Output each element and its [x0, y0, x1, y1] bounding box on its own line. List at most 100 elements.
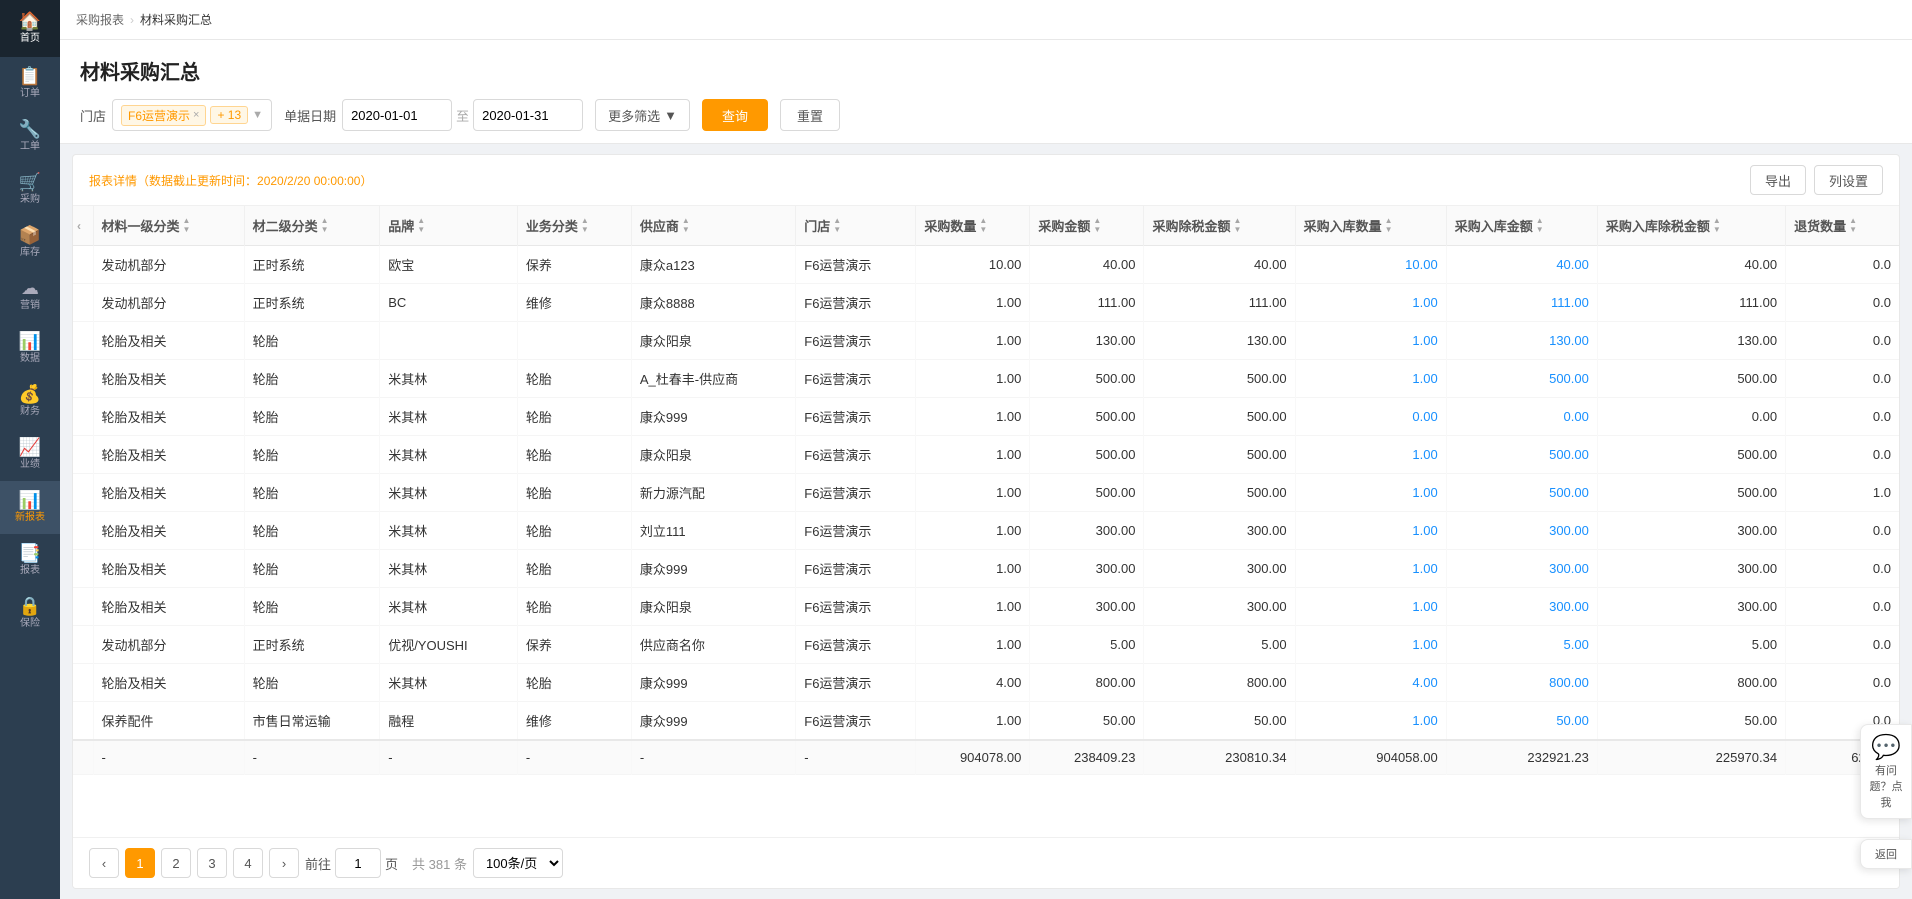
- page-next-button[interactable]: ›: [269, 848, 299, 878]
- help-widget[interactable]: 💬 有问题？点我: [1860, 724, 1912, 819]
- sidebar-item-purchase[interactable]: 🛒 采购: [0, 163, 60, 216]
- th-cat1[interactable]: 材料一级分类 ▲▼: [93, 206, 244, 246]
- table-cell: 500.00: [1144, 398, 1295, 436]
- table-cell: 800.00: [1144, 664, 1295, 702]
- table-cell[interactable]: 1.00: [1295, 588, 1446, 626]
- table-actions: 导出 列设置: [1750, 165, 1883, 195]
- table-cell: 轮胎: [244, 436, 380, 474]
- table-cell: 康众阳泉: [631, 588, 795, 626]
- table-cell[interactable]: 1.00: [1295, 284, 1446, 322]
- table-cell[interactable]: 5.00: [1446, 626, 1597, 664]
- data-icon: 📊: [19, 332, 41, 350]
- date-from-input[interactable]: [342, 99, 452, 131]
- sidebar-item-performance[interactable]: 📈 业绩: [0, 428, 60, 481]
- th-qty[interactable]: 采购数量 ▲▼: [916, 206, 1030, 246]
- th-tax-amount[interactable]: 采购除税金额 ▲▼: [1144, 206, 1295, 246]
- sidebar-item-home[interactable]: 🏠 首页: [0, 0, 60, 57]
- th-cat2[interactable]: 材二级分类 ▲▼: [244, 206, 380, 246]
- table-cell: 1.00: [916, 588, 1030, 626]
- sidebar-item-work[interactable]: 🔧 工单: [0, 110, 60, 163]
- table-cell: 康众a123: [631, 246, 795, 284]
- table-cell[interactable]: 1.00: [1295, 474, 1446, 512]
- table-cell: 300.00: [1030, 550, 1144, 588]
- table-cell[interactable]: 40.00: [1446, 246, 1597, 284]
- table-cell: 300.00: [1597, 512, 1785, 550]
- sidebar-item-order[interactable]: 📋 订单: [0, 57, 60, 110]
- sidebar-item-finance[interactable]: 💰 财务: [0, 375, 60, 428]
- page-prev-button[interactable]: ‹: [89, 848, 119, 878]
- table-area: 报表详情（数据截止更新时间：2020/2/20 00:00:00） 导出 列设置…: [72, 154, 1900, 889]
- left-scroll-th: ‹: [73, 206, 93, 246]
- sidebar-item-marketing[interactable]: ☁ 营销: [0, 269, 60, 322]
- table-cell[interactable]: 0.00: [1446, 398, 1597, 436]
- th-amount[interactable]: 采购金额 ▲▼: [1030, 206, 1144, 246]
- th-brand[interactable]: 品牌 ▲▼: [380, 206, 518, 246]
- sidebar-item-stock[interactable]: 📦 库存: [0, 216, 60, 269]
- table-cell[interactable]: 130.00: [1446, 322, 1597, 360]
- store-filter-input[interactable]: F6运营演示 × + 13 ▼: [112, 99, 272, 131]
- page-goto-input[interactable]: [335, 848, 381, 878]
- table-cell[interactable]: 1.00: [1295, 550, 1446, 588]
- page-btn-1[interactable]: 1: [125, 848, 155, 878]
- table-cell: 保养配件: [93, 702, 244, 741]
- table-scroll[interactable]: ‹ 材料一级分类 ▲▼ 材二级分类 ▲▼: [73, 206, 1899, 837]
- sidebar-label-report: 报表: [20, 565, 40, 577]
- table-cell: 康众999: [631, 398, 795, 436]
- table-cell: 轮胎: [244, 398, 380, 436]
- date-to-input[interactable]: [473, 99, 583, 131]
- sidebar-item-data[interactable]: 📊 数据: [0, 322, 60, 375]
- table-cell: 米其林: [380, 436, 518, 474]
- table-cell[interactable]: 500.00: [1446, 360, 1597, 398]
- table-cell[interactable]: 1.00: [1295, 436, 1446, 474]
- table-cell: 发动机部分: [93, 284, 244, 322]
- more-filter-button[interactable]: 更多筛选 ▼: [595, 99, 690, 131]
- table-cell[interactable]: 1.00: [1295, 512, 1446, 550]
- th-in-amount[interactable]: 采购入库金额 ▲▼: [1446, 206, 1597, 246]
- th-supplier[interactable]: 供应商 ▲▼: [631, 206, 795, 246]
- table-cell[interactable]: 300.00: [1446, 512, 1597, 550]
- table-cell: 500.00: [1144, 474, 1295, 512]
- sidebar-item-report[interactable]: 📑 报表: [0, 534, 60, 587]
- th-in-qty[interactable]: 采购入库数量 ▲▼: [1295, 206, 1446, 246]
- table-cell: 1.00: [916, 550, 1030, 588]
- export-button[interactable]: 导出: [1750, 165, 1806, 195]
- table-cell[interactable]: 1.00: [1295, 360, 1446, 398]
- table-cell[interactable]: 50.00: [1446, 702, 1597, 741]
- th-in-tax-amount[interactable]: 采购入库除税金额 ▲▼: [1597, 206, 1785, 246]
- table-cell[interactable]: 300.00: [1446, 550, 1597, 588]
- col-set-button[interactable]: 列设置: [1814, 165, 1883, 195]
- query-button[interactable]: 查询: [702, 99, 768, 131]
- back-button[interactable]: 返回: [1860, 839, 1912, 869]
- th-return-qty[interactable]: 退货数量 ▲▼: [1786, 206, 1899, 246]
- table-cell[interactable]: 500.00: [1446, 436, 1597, 474]
- sidebar-item-insurance[interactable]: 🔒 保险: [0, 587, 60, 640]
- th-biz[interactable]: 业务分类 ▲▼: [517, 206, 631, 246]
- table-cell[interactable]: 0.00: [1295, 398, 1446, 436]
- store-tag-close[interactable]: ×: [193, 109, 199, 121]
- table-cell[interactable]: 1.00: [1295, 322, 1446, 360]
- table-cell[interactable]: 500.00: [1446, 474, 1597, 512]
- page-btn-4[interactable]: 4: [233, 848, 263, 878]
- th-store[interactable]: 门店 ▲▼: [796, 206, 916, 246]
- table-row: 轮胎及相关轮胎康众阳泉F6运营演示1.00130.00130.001.00130…: [73, 322, 1899, 360]
- page-btn-3[interactable]: 3: [197, 848, 227, 878]
- page-header: 材料采购汇总 门店 F6运营演示 × + 13 ▼ 单据日期 至: [60, 40, 1912, 144]
- table-cell[interactable]: 1.00: [1295, 702, 1446, 741]
- table-cell[interactable]: 800.00: [1446, 664, 1597, 702]
- table-cell: 300.00: [1144, 588, 1295, 626]
- table-cell[interactable]: 4.00: [1295, 664, 1446, 702]
- page-size-select[interactable]: 100条/页 50条/页 200条/页: [473, 848, 563, 878]
- table-cell[interactable]: 10.00: [1295, 246, 1446, 284]
- table-cell: 保养: [517, 246, 631, 284]
- table-cell[interactable]: 111.00: [1446, 284, 1597, 322]
- table-cell: 500.00: [1597, 436, 1785, 474]
- sidebar-item-newreport[interactable]: 📊 新报表: [0, 481, 60, 534]
- table-cell[interactable]: 1.00: [1295, 626, 1446, 664]
- table-cell[interactable]: 300.00: [1446, 588, 1597, 626]
- reset-button[interactable]: 重置: [780, 99, 840, 131]
- breadcrumb-parent[interactable]: 采购报表: [76, 11, 124, 28]
- page-btn-2[interactable]: 2: [161, 848, 191, 878]
- left-scroll-icon[interactable]: ‹: [77, 219, 81, 233]
- table-cell: 米其林: [380, 550, 518, 588]
- sidebar-label-purchase: 采购: [20, 194, 40, 206]
